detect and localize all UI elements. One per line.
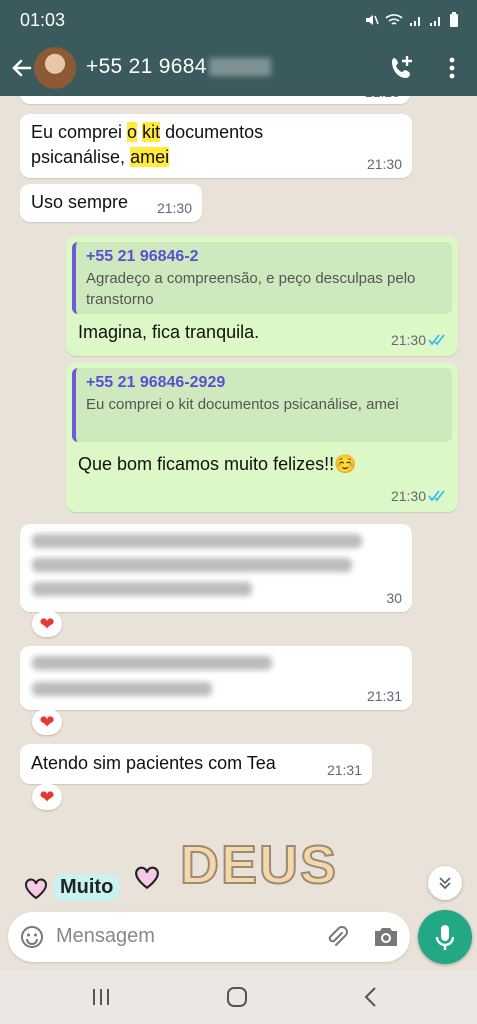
reaction-heart[interactable]: ❤ [32, 784, 62, 810]
message-time: 21:30 [366, 156, 402, 172]
double-chevron-down-icon [439, 877, 451, 890]
back-nav-icon[interactable] [356, 984, 386, 1010]
sticker-deus[interactable]: DEUS [179, 834, 337, 914]
message-text: Uso sempre [31, 192, 129, 212]
reaction-heart[interactable]: ❤ [32, 709, 62, 735]
message-time: 30 [386, 590, 402, 606]
message-bubble-incoming-blurred[interactable]: 30 [20, 524, 412, 612]
home-icon[interactable] [222, 984, 252, 1010]
message-bubble-incoming-blurred[interactable]: 21:31 [20, 646, 412, 710]
contact-avatar[interactable] [34, 47, 76, 89]
mic-button[interactable] [418, 910, 472, 964]
message-text: Eu comprei o kit documentos psicanálise,… [31, 122, 264, 167]
status-bar: 01:03 [0, 0, 477, 40]
more-options-icon[interactable] [440, 54, 464, 82]
read-ticks-icon [428, 334, 445, 346]
message-time: 21:30 [156, 200, 192, 216]
quoted-text: Agradeço a compreensão, e peço desculpas… [86, 270, 416, 308]
message-bubble-incoming[interactable]: Uso sempre 21:30 [20, 184, 202, 222]
message-time: 21:30 [390, 332, 426, 348]
system-icons [363, 12, 459, 28]
message-bubble-incoming[interactable]: Atendo sim pacientes com Tea 21:31 [20, 744, 372, 784]
attach-icon[interactable] [324, 924, 350, 950]
blurred-text [32, 656, 272, 696]
sticker-word-left: Muito [54, 874, 120, 901]
quoted-text: Eu comprei o kit documentos psicanálise,… [86, 396, 399, 413]
redacted-number [208, 58, 271, 77]
message-time: 21:29 [365, 96, 400, 100]
read-ticks-icon [428, 490, 445, 502]
heart-doodle-icon [25, 878, 47, 900]
sticker-word-right: DEUS [179, 834, 339, 896]
status-time: 01:03 [20, 10, 66, 30]
scroll-to-bottom-button[interactable] [428, 866, 462, 900]
contact-number: +55 21 9684 [86, 55, 207, 78]
reaction-heart[interactable]: ❤ [32, 611, 62, 637]
add-call-icon[interactable] [386, 52, 418, 84]
signal-icon [410, 17, 420, 26]
mute-icon [366, 15, 379, 25]
wifi-icon [385, 14, 403, 25]
camera-icon[interactable] [372, 924, 400, 950]
contact-title[interactable]: +55 21 9684 [86, 55, 271, 79]
chat-header: +55 21 9684 [0, 40, 477, 96]
message-text: Imagina, fica tranquila. [78, 322, 260, 342]
emoji-icon[interactable] [20, 925, 44, 949]
chat-area[interactable]: 21:29 Eu comprei o kit documentos psican… [0, 96, 477, 968]
quoted-message[interactable]: +55 21 96846-2 Agradeço a compreensão, e… [72, 242, 452, 314]
quoted-sender: +55 21 96846-2 [86, 248, 199, 265]
blurred-text [32, 534, 372, 596]
message-bubble-incoming[interactable]: Eu comprei o kit documentos psicanálise,… [20, 114, 412, 178]
message-time: 21:31 [366, 688, 402, 704]
message-text: Que bom ficamos muito felizes!!☺️ [78, 454, 357, 474]
battery-icon [450, 12, 458, 27]
signal-icon-2 [430, 17, 440, 26]
system-nav-bar [0, 970, 477, 1024]
back-arrow-icon[interactable] [8, 54, 36, 82]
message-text: Atendo sim pacientes com Tea [31, 753, 276, 773]
quoted-message[interactable]: +55 21 96846-2929 Eu comprei o kit docum… [72, 368, 452, 442]
heart-doodle-icon [135, 866, 159, 890]
message-bubble-partial[interactable]: 21:29 [20, 96, 410, 104]
message-bubble-outgoing[interactable]: +55 21 96846-2 Agradeço a compreensão, e… [66, 236, 458, 356]
message-bubble-outgoing[interactable]: +55 21 96846-2929 Eu comprei o kit docum… [66, 362, 458, 512]
message-time: 21:31 [326, 762, 362, 778]
mic-icon [435, 925, 455, 950]
recent-apps-icon[interactable] [86, 984, 116, 1010]
quoted-sender: +55 21 96846-2929 [86, 374, 226, 391]
message-time: 21:30 [390, 488, 426, 504]
message-composer[interactable]: Mensagem [8, 912, 410, 962]
message-input[interactable]: Mensagem [56, 925, 155, 948]
